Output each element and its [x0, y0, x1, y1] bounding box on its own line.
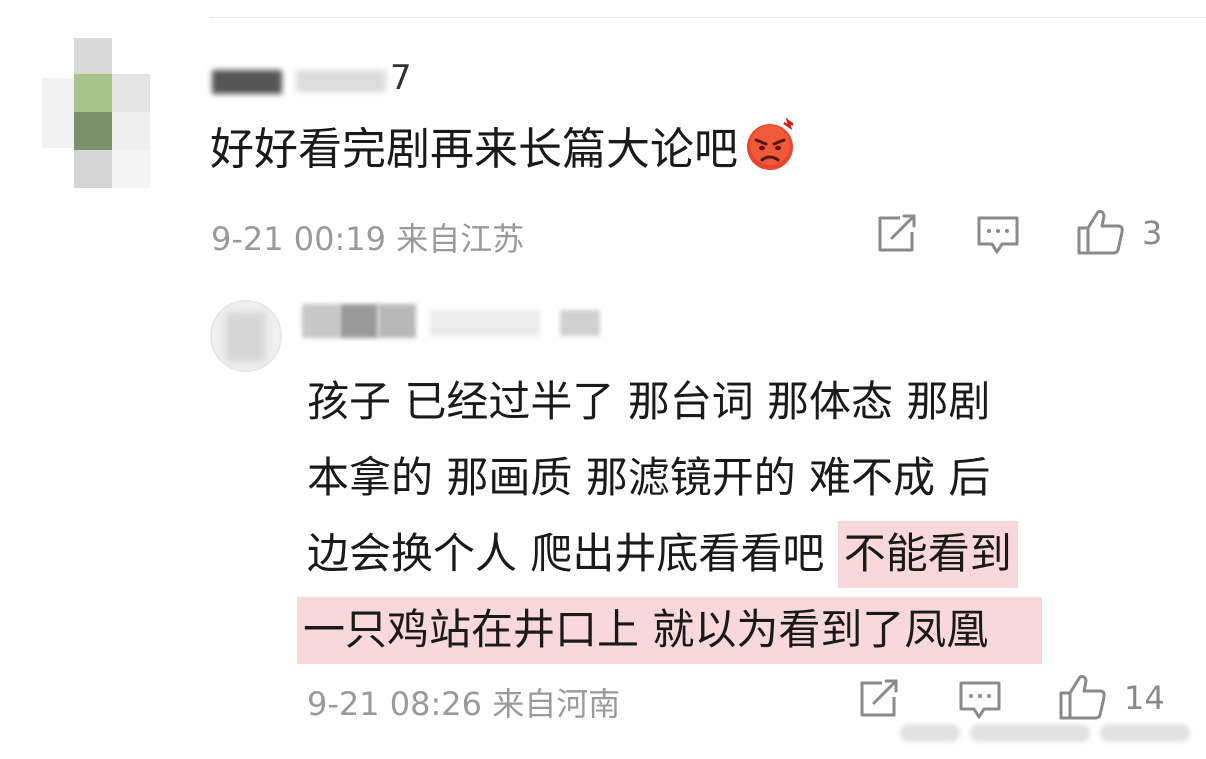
top-divider: [210, 17, 1206, 18]
comment-icon: [976, 214, 1020, 256]
watermark: [900, 718, 1200, 748]
share-icon: [858, 679, 900, 719]
reply-line-3-normal: 边会换个人 爬出井底看看吧: [307, 529, 825, 578]
username-suffix: 7: [390, 58, 412, 98]
comment-icon: [958, 679, 1002, 721]
share-icon: [876, 214, 918, 254]
reply-line-2: 本拿的 那画质 那滤镜开的 难不成 后: [307, 453, 991, 502]
reply-comment-button[interactable]: [958, 679, 1002, 721]
highlighted-text: 不能看到: [837, 521, 1018, 588]
reply-date: 9-21 08:26: [307, 685, 483, 723]
reply-meta: 9-21 08:26 来自河南: [307, 679, 620, 725]
reply-line-3: 边会换个人 爬出井底看看吧 不能看到: [307, 516, 1187, 592]
comment-meta: 9-21 00:19 来自江苏: [211, 214, 524, 260]
reply-location: 来自河南: [492, 685, 621, 723]
share-button[interactable]: [876, 214, 918, 254]
reply-like-count: 14: [1124, 679, 1165, 717]
thumbs-up-icon: [1076, 208, 1126, 256]
comment-date: 9-21 00:19: [211, 220, 387, 258]
thumbs-up-icon: [1058, 673, 1108, 721]
highlighted-text-continued: 一只鸡站在井口上 就以为看到了凤凰: [297, 597, 1043, 664]
reply-text: 孩子 已经过半了 那台词 那体态 那剧 本拿的 那画质 那滤镜开的 难不成 后 …: [297, 364, 1187, 668]
reply-share-button[interactable]: [858, 679, 900, 719]
reply-line-1: 孩子 已经过半了 那台词 那体态 那剧: [307, 377, 991, 426]
reply-avatar[interactable]: [210, 300, 282, 372]
like-count: 3: [1142, 214, 1163, 252]
comment-body: 好好看完剧再来长篇大论吧: [210, 124, 738, 175]
angry-face-icon: [744, 117, 798, 172]
avatar-image: [226, 312, 266, 362]
comment-location: 来自江苏: [396, 220, 525, 258]
reply-username[interactable]: [300, 300, 610, 342]
avatar[interactable]: [42, 38, 154, 188]
comment-text: 好好看完剧再来长篇大论吧: [210, 117, 798, 182]
reply-like-button[interactable]: [1058, 673, 1108, 721]
reply-button[interactable]: [976, 214, 1020, 256]
reply-line-4: 一只鸡站在井口上 就以为看到了凤凰: [297, 592, 1187, 668]
like-button[interactable]: [1076, 208, 1126, 256]
username[interactable]: 7: [212, 58, 422, 100]
